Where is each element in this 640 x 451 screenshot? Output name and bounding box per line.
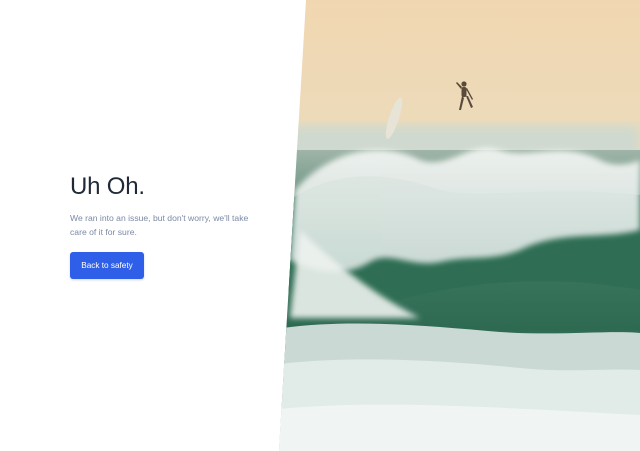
error-message: We ran into an issue, but don't worry, w…	[70, 213, 249, 237]
error-page: Uh Oh. We ran into an issue, but don't w…	[0, 0, 640, 451]
error-content: Uh Oh. We ran into an issue, but don't w…	[70, 172, 270, 279]
back-to-safety-button[interactable]: Back to safety	[70, 252, 144, 279]
photo-content	[279, 0, 640, 451]
error-title: Uh Oh.	[70, 173, 145, 200]
